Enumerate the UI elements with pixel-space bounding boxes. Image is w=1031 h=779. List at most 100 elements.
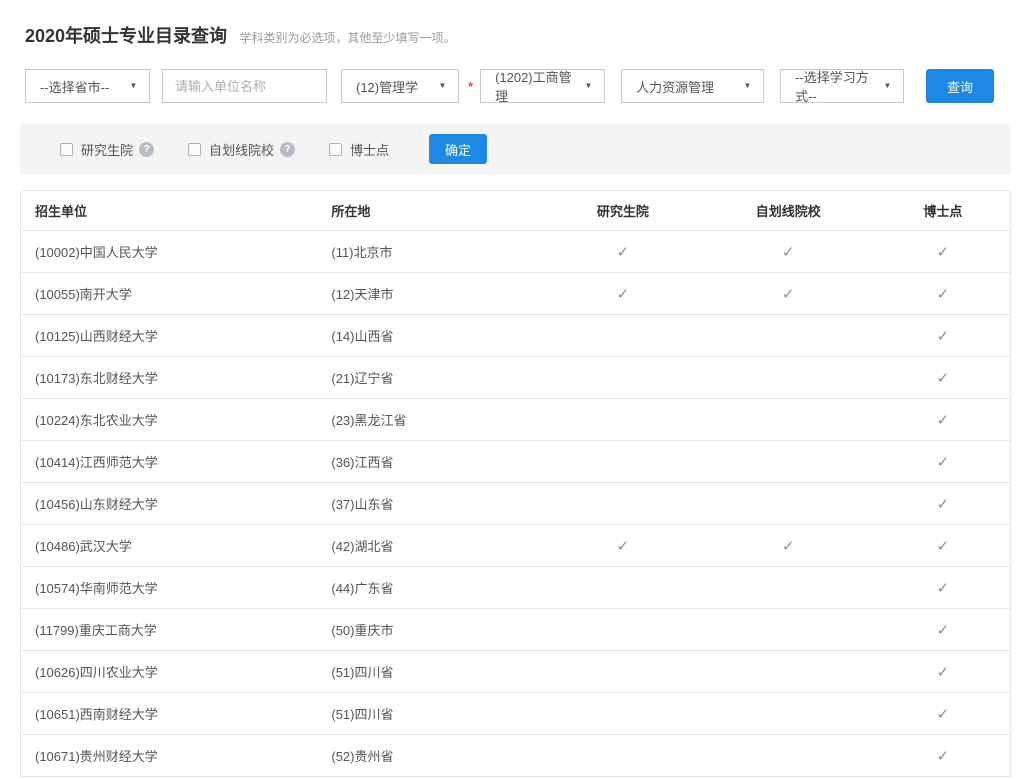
province-select[interactable]: --选择省市-- ▼ (25, 69, 150, 103)
grad-school-checkbox[interactable] (60, 143, 73, 156)
results-table: 招生单位 所在地 研究生院 自划线院校 博士点 (10002)中国人民大学 (11… (20, 190, 1011, 777)
check-icon: ✓ (937, 328, 950, 345)
check-icon: ✓ (617, 286, 630, 303)
location-cell: (23)黑龙江省 (331, 399, 545, 441)
major-select[interactable]: 人力资源管理 ▼ (621, 69, 764, 103)
discipline-category-select[interactable]: (12)管理学 ▼ (341, 69, 459, 103)
province-select-value: --选择省市-- (40, 77, 109, 96)
table-row: (10414)江西师范大学(36)江西省✓ (21, 441, 1011, 483)
grad-school-checkbox-group: 研究生院 ? (60, 140, 154, 159)
grad-school-check-cell: ✓ (545, 273, 700, 315)
table-header-row: 招生单位 所在地 研究生院 自划线院校 博士点 (21, 191, 1011, 231)
doctoral-checkbox-label[interactable]: 博士点 (350, 140, 389, 159)
check-icon: ✓ (617, 538, 630, 555)
location-cell: (21)辽宁省 (331, 357, 545, 399)
check-icon: ✓ (937, 664, 950, 681)
location-cell: (36)江西省 (331, 441, 545, 483)
discipline-select[interactable]: (1202)工商管理 ▼ (480, 69, 605, 103)
location-cell: (52)贵州省 (331, 735, 545, 777)
location-cell: (50)重庆市 (331, 609, 545, 651)
location-cell: (12)天津市 (331, 273, 545, 315)
doctoral-check-cell: ✓ (876, 315, 1011, 357)
unit-name-input[interactable] (162, 69, 327, 103)
check-icon: ✓ (937, 748, 950, 765)
unit-cell: (10055)南开大学 (21, 273, 332, 315)
doctoral-check-cell: ✓ (876, 567, 1011, 609)
self-line-check-cell (701, 483, 876, 525)
table-body: (10002)中国人民大学(11)北京市✓✓✓(10055)南开大学(12)天津… (21, 231, 1011, 777)
header-doctoral: 博士点 (876, 191, 1011, 231)
doctoral-checkbox[interactable] (329, 143, 342, 156)
check-icon: ✓ (937, 580, 950, 597)
discipline-category-value: (12)管理学 (356, 77, 418, 96)
header-self-line: 自划线院校 (701, 191, 876, 231)
self-line-checkbox[interactable] (188, 143, 201, 156)
grad-school-check-cell: ✓ (545, 231, 700, 273)
unit-cell: (10456)山东财经大学 (21, 483, 332, 525)
page-title: 2020年硕士专业目录查询 (25, 26, 227, 46)
table-row: (10626)四川农业大学(51)四川省✓ (21, 651, 1011, 693)
check-icon: ✓ (937, 370, 950, 387)
self-line-check-cell (701, 315, 876, 357)
grad-school-check-cell (545, 735, 700, 777)
doctoral-check-cell: ✓ (876, 399, 1011, 441)
doctoral-check-cell: ✓ (876, 693, 1011, 735)
required-asterisk: * (468, 79, 473, 94)
self-line-check-cell (701, 357, 876, 399)
doctoral-check-cell: ✓ (876, 651, 1011, 693)
grad-school-check-cell (545, 399, 700, 441)
self-line-check-cell (701, 735, 876, 777)
doctoral-check-cell: ✓ (876, 735, 1011, 777)
self-line-check-cell: ✓ (701, 525, 876, 567)
chevron-down-icon: ▼ (884, 82, 892, 91)
check-icon: ✓ (937, 706, 950, 723)
location-cell: (44)广东省 (331, 567, 545, 609)
help-icon[interactable]: ? (139, 142, 154, 157)
check-icon: ✓ (782, 286, 795, 303)
unit-cell: (10125)山西财经大学 (21, 315, 332, 357)
help-icon[interactable]: ? (280, 142, 295, 157)
table-row: (10173)东北财经大学(21)辽宁省 ✓ (21, 357, 1011, 399)
table-row: (10574)华南师范大学(44)广东省✓ (21, 567, 1011, 609)
search-button[interactable]: 查询 (926, 69, 994, 103)
location-cell: (51)四川省 (331, 693, 545, 735)
chevron-down-icon: ▼ (585, 82, 593, 91)
self-line-checkbox-label[interactable]: 自划线院校 (209, 140, 274, 159)
filter-row: --选择省市-- ▼ (12)管理学 ▼ * (1202)工商管理 ▼ 人力资源… (20, 62, 1011, 106)
doctoral-check-cell: ✓ (876, 273, 1011, 315)
grad-school-check-cell (545, 441, 700, 483)
header-grad-school: 研究生院 (545, 191, 700, 231)
check-icon: ✓ (782, 244, 795, 261)
page-header: 2020年硕士专业目录查询 学科类别为必选项，其他至少填写一项。 (20, 14, 1011, 62)
unit-cell: (10651)西南财经大学 (21, 693, 332, 735)
confirm-button[interactable]: 确定 (429, 134, 487, 164)
grad-school-check-cell (545, 693, 700, 735)
grad-school-check-cell (545, 567, 700, 609)
check-icon: ✓ (937, 412, 950, 429)
table-row: (10224)东北农业大学(23)黑龙江省✓ (21, 399, 1011, 441)
doctoral-check-cell: ✓ (876, 609, 1011, 651)
unit-cell: (10173)东北财经大学 (21, 357, 332, 399)
grad-school-check-cell: ✓ (545, 525, 700, 567)
table-row: (10456)山东财经大学(37)山东省✓ (21, 483, 1011, 525)
check-icon: ✓ (782, 538, 795, 555)
check-icon: ✓ (937, 538, 950, 555)
table-row: (10651)西南财经大学(51)四川省 ✓ (21, 693, 1011, 735)
grad-school-checkbox-label[interactable]: 研究生院 (81, 140, 133, 159)
header-unit: 招生单位 (21, 191, 332, 231)
doctoral-check-cell: ✓ (876, 441, 1011, 483)
grad-school-check-cell (545, 483, 700, 525)
study-mode-value: --选择学习方式-- (795, 67, 879, 105)
self-line-check-cell: ✓ (701, 231, 876, 273)
doctoral-checkbox-group: 博士点 (329, 140, 389, 159)
study-mode-select[interactable]: --选择学习方式-- ▼ (780, 69, 904, 103)
chevron-down-icon: ▼ (744, 82, 752, 91)
unit-cell: (10002)中国人民大学 (21, 231, 332, 273)
grad-school-check-cell (545, 609, 700, 651)
unit-cell: (11799)重庆工商大学 (21, 609, 332, 651)
doctoral-check-cell: ✓ (876, 525, 1011, 567)
chevron-down-icon: ▼ (439, 82, 447, 91)
table-row: (11799)重庆工商大学(50)重庆市 ✓ (21, 609, 1011, 651)
check-icon: ✓ (937, 496, 950, 513)
grad-school-check-cell (545, 357, 700, 399)
